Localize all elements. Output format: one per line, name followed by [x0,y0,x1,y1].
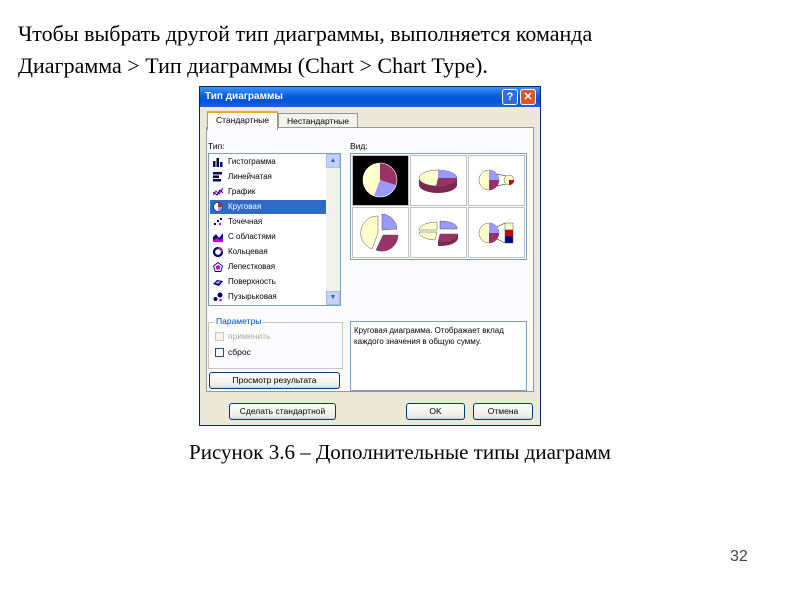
reset-label: сброс [228,347,251,357]
chart-subtype-grid [350,153,527,260]
area-chart-icon [213,233,223,242]
apply-checkbox[interactable] [215,332,224,341]
list-item-pie[interactable]: Круговая [210,200,327,214]
type-label: Тип: [208,141,225,151]
subtype-3d-pie-thumbnail [418,169,458,193]
surface-chart-icon [213,280,223,286]
subtype-exploded-3d-pie[interactable] [410,207,467,258]
subtype-bar-of-pie[interactable] [468,207,525,258]
doughnut-chart-icon [213,247,223,257]
subtype-exploded-3d-pie-thumbnail [418,220,459,247]
list-item-doughnut[interactable]: Кольцевая [210,245,327,259]
help-button[interactable]: ? [502,89,518,105]
subtype-exploded-pie[interactable] [352,207,409,258]
reset-checkbox[interactable] [215,348,224,357]
list-item-surface[interactable]: Поверхность [210,275,327,289]
subtype-pie[interactable] [352,155,409,206]
list-scrollbar[interactable]: ▲ ▼ [326,154,340,305]
ok-button[interactable]: OK [406,403,465,420]
page-number: 32 [730,548,748,565]
bubble-chart-icon [213,292,223,302]
subtype-bar-of-pie-thumbnail [478,222,514,244]
scroll-up-icon: ▲ [329,157,337,164]
line-chart-icon [213,187,223,196]
dialog-title: Тип диаграммы [205,91,283,102]
radar-chart-icon [213,262,223,272]
scroll-up-button[interactable]: ▲ [326,154,340,168]
list-item-radar[interactable]: Лепестковая [210,260,327,274]
view-label: Вид: [350,141,368,151]
column-chart-icon [213,158,223,167]
dialog-titlebar[interactable]: Тип диаграммы ? ✕ [200,87,540,107]
list-item-scatter[interactable]: Точечная [210,215,327,229]
chart-type-dialog: Тип диаграммы ? ✕ Стандартные Нестандарт… [199,86,541,426]
chart-type-list[interactable]: Гистограмма Линейчатая График Круговая Т… [208,153,341,306]
list-item-area[interactable]: С областями [210,230,327,244]
preview-result-button[interactable]: Просмотр результата [209,372,340,389]
subtype-3d-pie[interactable] [410,155,467,206]
list-item-bubble[interactable]: Пузырьковая [210,290,327,304]
slide-heading: Чтобы выбрать другой тип диаграммы, выпо… [18,18,788,82]
close-icon: ✕ [523,91,533,103]
list-item-bar[interactable]: Линейчатая [210,170,327,184]
slide-text-line-1: Чтобы выбрать другой тип диаграммы, выпо… [18,21,593,46]
figure-caption: Рисунок 3.6 – Дополнительные типы диагра… [189,440,611,464]
list-item-column[interactable]: Гистограмма [210,155,327,169]
scatter-chart-icon [214,218,222,225]
apply-label: применить [228,331,271,341]
scroll-down-button[interactable]: ▼ [326,291,340,305]
bar-chart-icon [213,172,222,182]
help-icon: ? [506,91,514,103]
close-button[interactable]: ✕ [520,89,536,105]
scroll-down-icon: ▼ [329,294,337,301]
tab-standard[interactable]: Стандартные [207,111,278,130]
cancel-button[interactable]: Отмена [473,403,533,420]
slide-text-line-2: Диаграмма > Тип диаграммы (Chart > Chart… [18,53,488,78]
chart-description: Круговая диаграмма. Отображает вклад каж… [350,321,527,391]
subtype-pie-of-pie[interactable] [468,155,525,206]
subtype-pie-thumbnail [362,162,398,198]
make-default-button[interactable]: Сделать стандартной [229,403,336,420]
options-group: Параметры применить сброс [208,316,343,369]
list-item-line[interactable]: График [210,185,327,199]
pie-chart-icon [213,202,223,212]
options-group-title: Параметры [214,316,264,326]
subtype-pie-of-pie-thumbnail [478,169,515,191]
subtype-exploded-pie-thumbnail [360,213,399,252]
